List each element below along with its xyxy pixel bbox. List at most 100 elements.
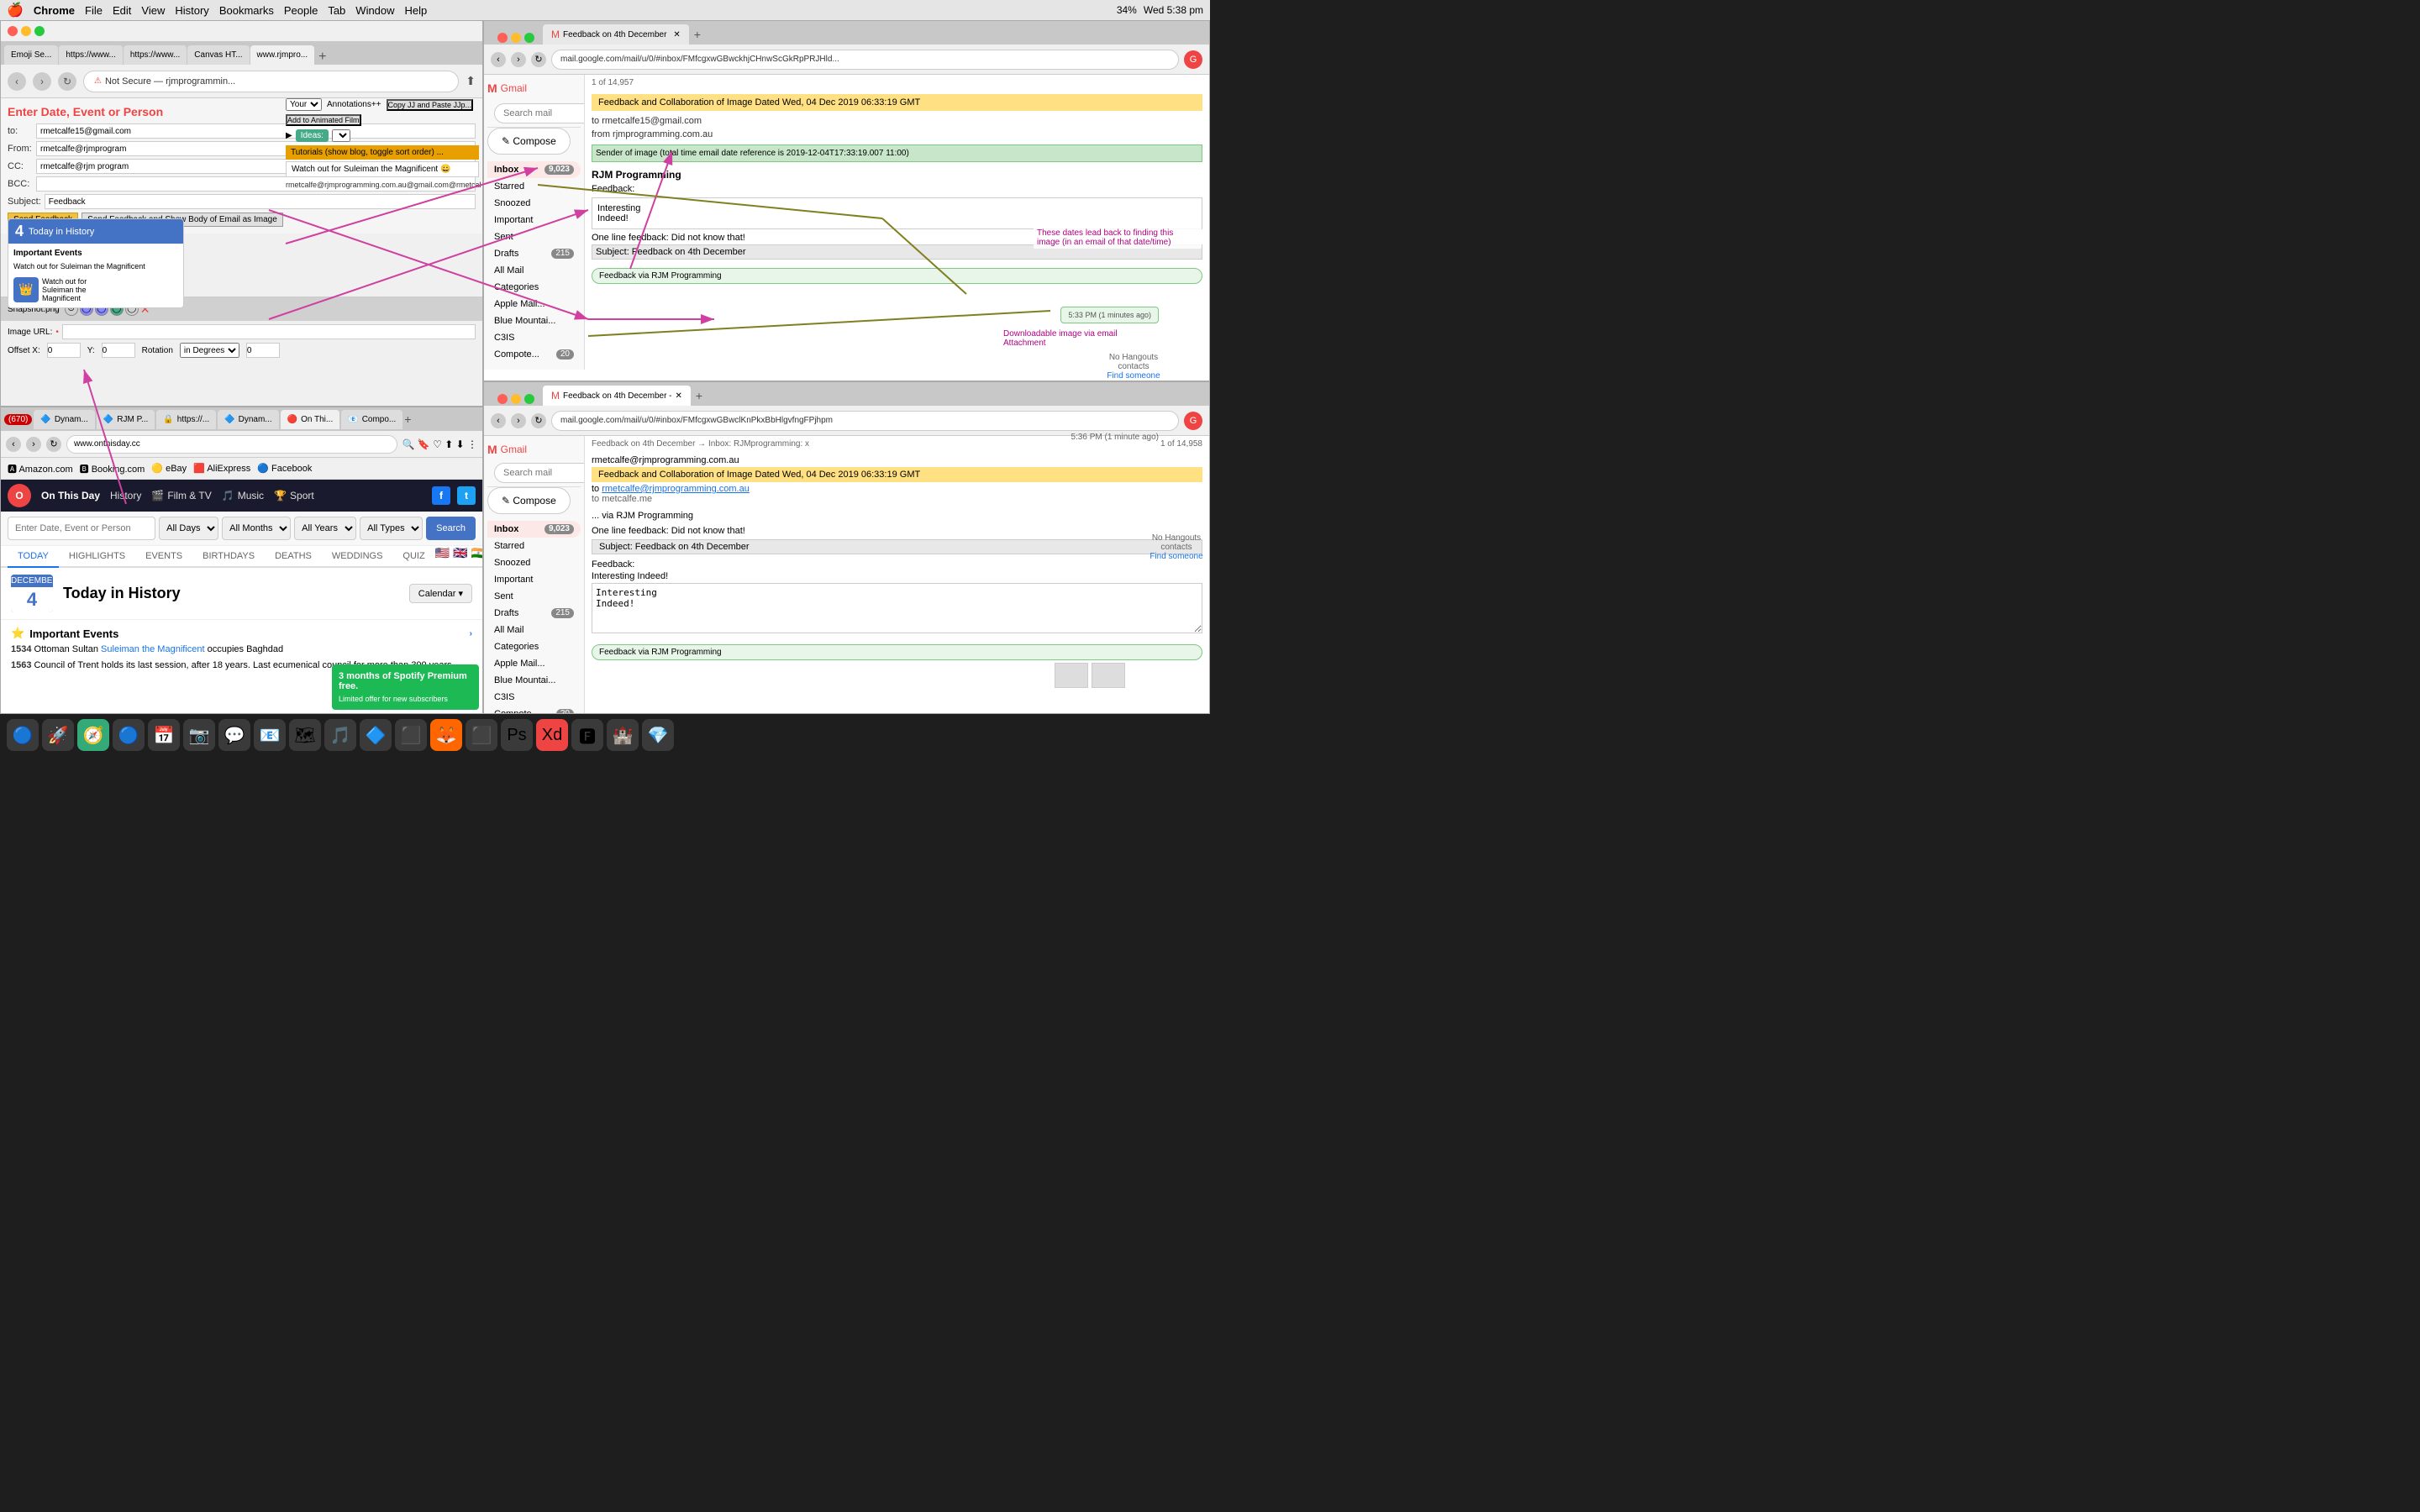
gmail-new-tab[interactable]: +: [691, 24, 704, 45]
close-button[interactable]: [8, 26, 18, 36]
menubar-tab[interactable]: Tab: [328, 4, 345, 17]
tab-dynam1[interactable]: 🔷Dynam...: [34, 410, 94, 429]
gb-nav-important[interactable]: Important: [487, 571, 581, 588]
gb-to-link[interactable]: rmetcalfe@rjmprogramming.com.au: [602, 484, 750, 494]
finder-icon[interactable]: 🔵: [7, 719, 39, 751]
tab-deaths[interactable]: DEATHS: [265, 546, 322, 568]
tab-events[interactable]: EVENTS: [135, 546, 192, 568]
nav-c3is[interactable]: C3IS: [487, 329, 581, 346]
gmail-max[interactable]: [524, 33, 534, 43]
gb-max[interactable]: [524, 394, 534, 404]
search-button[interactable]: Search: [426, 517, 476, 540]
gmail-address-bar[interactable]: mail.google.com/mail/u/0/#inbox/FMfcgxwG…: [551, 50, 1179, 70]
attachment-thumb[interactable]: [1055, 663, 1088, 688]
menubar-history[interactable]: History: [175, 4, 208, 17]
gmail-bottom-address[interactable]: mail.google.com/mail/u/0/#inbox/FMfcgxwG…: [551, 411, 1179, 431]
maps-icon[interactable]: 🗺: [289, 719, 321, 751]
all-years-select[interactable]: All Years: [294, 517, 356, 540]
terminal-icon[interactable]: ⬛: [466, 719, 497, 751]
gb-nav-all[interactable]: All Mail: [487, 622, 581, 638]
gmail-reload[interactable]: ↻: [531, 52, 546, 67]
y-input[interactable]: [102, 343, 135, 358]
nav-inbox[interactable]: Inbox9,023: [487, 161, 581, 178]
gb-close-tab[interactable]: ✕: [676, 391, 682, 401]
xd-icon[interactable]: Xd: [536, 719, 568, 751]
your-select[interactable]: Your: [286, 98, 322, 111]
gb-close[interactable]: [497, 394, 508, 404]
sketch-icon[interactable]: 💎: [642, 719, 674, 751]
calendar-button[interactable]: Calendar ▾: [409, 584, 472, 603]
all-months-select[interactable]: All Months: [222, 517, 291, 540]
gmail-forward[interactable]: ›: [511, 52, 526, 67]
gb-nav-compote[interactable]: Compote...20: [487, 706, 581, 714]
nav-filmtv[interactable]: 🎬 Film & TV: [151, 490, 211, 501]
gb-nav-blue[interactable]: Blue Mountai...: [487, 672, 581, 689]
menubar-view[interactable]: View: [141, 4, 165, 17]
menubar-edit[interactable]: Edit: [113, 4, 131, 17]
tab-emoji[interactable]: Emoji Se...: [4, 45, 58, 65]
photos-icon[interactable]: 📷: [183, 719, 215, 751]
nav-compote[interactable]: Compote...20: [487, 346, 581, 363]
gb-user-icon[interactable]: G: [1184, 412, 1202, 430]
nav-all-mail[interactable]: All Mail: [487, 262, 581, 279]
nav-categories[interactable]: Categories: [487, 279, 581, 296]
ideas-select[interactable]: [332, 129, 350, 142]
nav-snoozed[interactable]: Snoozed: [487, 195, 581, 212]
spotify-icon[interactable]: 🎵: [324, 719, 356, 751]
tab-birthdays[interactable]: BIRTHDAYS: [192, 546, 265, 568]
nav-sent[interactable]: Sent: [487, 228, 581, 245]
bookmark-amazon[interactable]: 🅰 Amazon.com: [8, 462, 73, 475]
nav-sport[interactable]: 🏆 Sport: [274, 490, 314, 501]
tab-compose[interactable]: 📧Compo...: [341, 410, 402, 429]
gmail-search-input[interactable]: [494, 103, 585, 123]
gb-nav-starred[interactable]: Starred: [487, 538, 581, 554]
gmail-user-icon[interactable]: G: [1184, 50, 1202, 69]
launchpad-icon[interactable]: 🚀: [42, 719, 74, 751]
rotation-unit-select[interactable]: in Degrees: [180, 343, 239, 358]
nav-apple-mail[interactable]: Apple Mail...: [487, 296, 581, 312]
slack-icon[interactable]: ⬛: [395, 719, 427, 751]
new-tab-btn-bottom[interactable]: +: [404, 412, 411, 426]
tab-https2[interactable]: https://www...: [124, 45, 187, 65]
gb-compose[interactable]: ✎ Compose: [487, 487, 571, 514]
gb-nav-sent[interactable]: Sent: [487, 588, 581, 605]
firefox-icon[interactable]: 🦊: [430, 719, 462, 751]
menubar-help[interactable]: Help: [405, 4, 428, 17]
reload-button[interactable]: ↻: [58, 72, 76, 91]
search-input[interactable]: [8, 517, 155, 540]
all-days-select[interactable]: All Days: [159, 517, 218, 540]
suleiman-link[interactable]: Suleiman the Magnificent: [101, 644, 205, 654]
apple-menu[interactable]: 🍎: [7, 2, 24, 18]
offset-x-input[interactable]: [47, 343, 81, 358]
mail-icon[interactable]: 📧: [254, 719, 286, 751]
tower-icon[interactable]: 🏰: [607, 719, 639, 751]
bookmark-fb[interactable]: 🔵 Facebook: [257, 463, 312, 474]
add-animated-button[interactable]: Add to Animated Film: [286, 114, 361, 126]
twitter-icon[interactable]: t: [457, 486, 476, 505]
chrome-icon[interactable]: 🔵: [113, 719, 145, 751]
minimize-button[interactable]: [21, 26, 31, 36]
messages-icon[interactable]: 💬: [218, 719, 250, 751]
tab-weddings[interactable]: WEDDINGS: [322, 546, 393, 568]
gb-new-tab[interactable]: +: [692, 386, 706, 406]
address-bar-bottom[interactable]: www.onthisday.cc: [66, 435, 397, 454]
nav-important[interactable]: Important: [487, 212, 581, 228]
tab-rjm-bottom[interactable]: 🔷RJM P...: [97, 410, 155, 429]
tab-rjm[interactable]: www.rjmpro...: [250, 45, 315, 65]
nav-starred[interactable]: Starred: [487, 178, 581, 195]
tab-highlights[interactable]: HIGHLIGHTS: [59, 546, 135, 568]
photoshop-icon[interactable]: Ps: [501, 719, 533, 751]
nav-music[interactable]: 🎵 Music: [222, 490, 264, 501]
ideas-dropdown[interactable]: Ideas:: [296, 129, 329, 142]
vscode-icon[interactable]: 🔷: [360, 719, 392, 751]
gmail-back[interactable]: ‹: [491, 52, 506, 67]
calendar-icon[interactable]: 📅: [148, 719, 180, 751]
bookmark-ebay[interactable]: 🟡 eBay: [151, 463, 187, 474]
attachment-thumb-2[interactable]: [1092, 663, 1125, 688]
forward-button[interactable]: ›: [33, 72, 51, 91]
rotation-input[interactable]: [246, 343, 280, 358]
safari-icon[interactable]: 🧭: [77, 719, 109, 751]
gmail-bottom-tab[interactable]: M Feedback on 4th December - ✕: [543, 386, 691, 406]
menubar-file[interactable]: File: [85, 4, 103, 17]
address-bar[interactable]: ⚠ Not Secure — rjmprogrammin...: [83, 71, 459, 92]
